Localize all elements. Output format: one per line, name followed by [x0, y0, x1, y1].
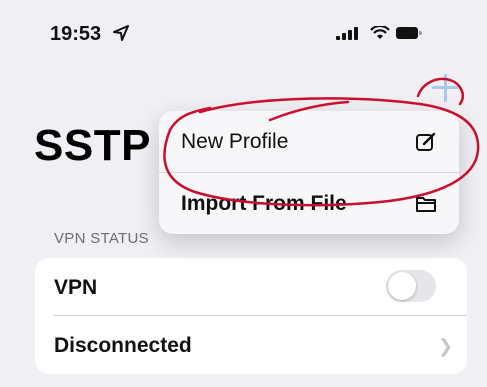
menu-item-label: Import From File	[181, 192, 347, 215]
vpn-toggle[interactable]	[386, 270, 436, 302]
connection-status-label: Disconnected	[54, 334, 192, 357]
vpn-toggle-row[interactable]: VPN	[35, 258, 467, 316]
add-menu: New Profile Import From File	[159, 111, 459, 234]
folder-icon	[416, 197, 436, 212]
page-title: SSTP	[34, 121, 151, 170]
location-arrow-icon	[113, 25, 129, 41]
status-time: 19:53	[50, 23, 102, 45]
menu-item-new-profile[interactable]: New Profile	[159, 111, 459, 172]
vpn-status-card: VPN Disconnected ❯	[35, 258, 467, 374]
status-bar: 19:53	[0, 0, 487, 70]
vpn-row-label: VPN	[54, 276, 98, 299]
status-icons	[336, 26, 422, 40]
menu-item-import-from-file[interactable]: Import From File	[159, 173, 459, 234]
wifi-icon	[370, 26, 390, 39]
battery-icon	[396, 27, 422, 39]
compose-icon	[416, 132, 436, 151]
chevron-right-icon: ❯	[438, 336, 454, 356]
connection-status-row[interactable]: Disconnected ❯	[35, 316, 467, 374]
menu-item-label: New Profile	[181, 130, 289, 153]
signal-icon	[336, 26, 364, 40]
add-profile-button[interactable]	[430, 72, 462, 104]
vpn-status-header: VPN STATUS	[54, 230, 149, 247]
